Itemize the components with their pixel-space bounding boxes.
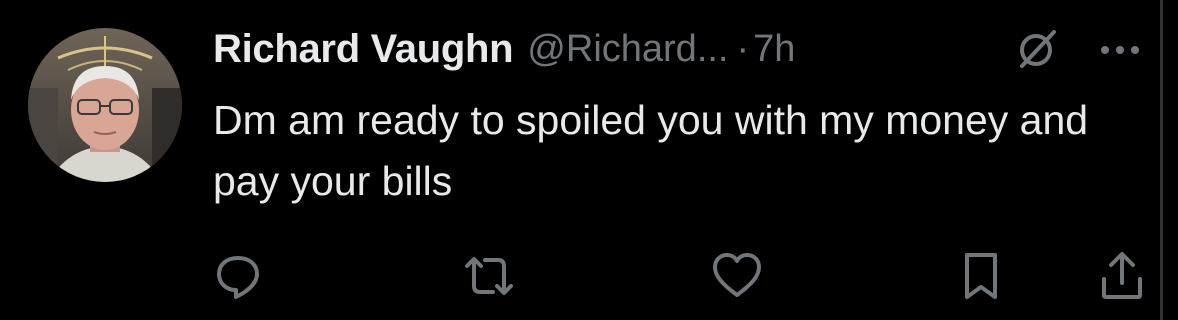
timestamp[interactable]: 7h: [753, 28, 795, 71]
repost-icon: [465, 257, 513, 295]
repost-button[interactable]: [461, 248, 517, 304]
separator-dot: ·: [736, 27, 750, 70]
bookmark-button[interactable]: [953, 248, 1009, 304]
grok-icon[interactable]: [1014, 26, 1060, 72]
user-handle[interactable]: @Richard...: [527, 28, 728, 71]
more-horizontal-icon[interactable]: [1096, 30, 1144, 70]
display-name[interactable]: Richard Vaughn: [213, 27, 514, 72]
tweet-text: Dm am ready to spoiled you with my money…: [213, 97, 1089, 204]
share-icon: [1102, 252, 1142, 299]
tweet-actions: [0, 248, 1178, 304]
heart-icon: [713, 253, 761, 297]
bookmark-icon: [965, 253, 997, 299]
avatar[interactable]: [28, 28, 182, 182]
avatar-photo: [28, 28, 182, 182]
tweet-header: Richard Vaughn @Richard... · 7h: [213, 22, 795, 76]
like-button[interactable]: [709, 248, 765, 304]
reply-icon: [217, 256, 259, 299]
share-button[interactable]: [1094, 248, 1150, 304]
reply-button[interactable]: [210, 248, 266, 304]
tweet-card[interactable]: Richard Vaughn @Richard... · 7h Dm am re…: [0, 0, 1178, 320]
